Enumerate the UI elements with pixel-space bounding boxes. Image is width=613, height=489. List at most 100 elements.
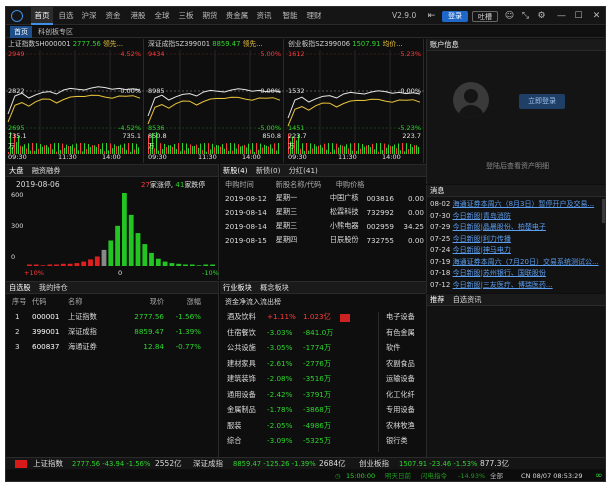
subtab-star-market[interactable]: 科创板专区 <box>34 26 77 38</box>
news-title: 今日新股|利力传播 <box>452 234 511 243</box>
volume-bar <box>272 148 273 154</box>
nav-tab-4[interactable]: 港股 <box>127 7 149 25</box>
ipo-row[interactable]: 2019-08-14 星期三 松霖科技 732992 0.00 <box>220 205 426 219</box>
tab-watchlist[interactable]: 自选股 <box>6 283 34 292</box>
news-scrollbar[interactable] <box>602 199 605 223</box>
tab-industry[interactable]: 行业板块 <box>220 283 255 292</box>
sector-row[interactable]: 服装 -2.05% -4986万 <box>220 421 378 435</box>
shrink-icon[interactable]: ⤡ <box>519 9 532 23</box>
sector-right-name[interactable]: 有色金属 <box>386 328 415 338</box>
mini-axis-label: 2822 <box>8 87 25 95</box>
y-tick: 0 <box>11 253 16 261</box>
minimize-icon[interactable]: — <box>555 9 568 23</box>
nav-tab-8[interactable]: 贵金属 <box>223 7 251 25</box>
sector-row[interactable]: 住宿餐饮 -3.03% -841.0万 <box>220 328 378 342</box>
sector-row[interactable]: 酒及饮料 +1.11% 1.023亿 <box>220 312 378 326</box>
ipo-row[interactable]: 2019-08-14 星期三 小熊电器 002959 34.25 <box>220 219 426 233</box>
chat-icon[interactable]: ☺ <box>503 9 516 23</box>
sector-right-name[interactable]: 银行类 <box>386 436 408 446</box>
sector-row[interactable]: 建材家具 -2.61% -2776万 <box>220 359 378 373</box>
volume-bar <box>236 148 237 154</box>
sector-row[interactable]: 通用设备 -2.42% -3791万 <box>220 390 378 404</box>
volume-bar <box>50 143 51 154</box>
close-icon[interactable]: ✕ <box>590 9 603 23</box>
sector-row[interactable]: 公共设施 -3.05% -1774万 <box>220 343 378 357</box>
sector-panel: 行业板块 概念板块 资金净流入流出榜 酒及饮料 +1.11% 1.023亿 电子设备住… <box>220 281 426 457</box>
account-header: 账户信息 <box>427 39 605 51</box>
nav-tab-2[interactable]: 沪深 <box>78 7 100 25</box>
index-mini-chart[interactable]: 上证指数SH000001 2777.56 领先... 2949 4.52% 2822 0… <box>6 39 144 163</box>
volume-bar <box>178 143 179 154</box>
ticker-sh-name[interactable]: 上证指数 <box>33 458 63 470</box>
nav-tab-10[interactable]: 智能 <box>278 7 302 25</box>
subtab-home[interactable]: 首页 <box>10 26 32 38</box>
login-button[interactable]: 登录 <box>442 11 468 22</box>
sector-right-name[interactable]: 农林牧渔 <box>386 421 415 431</box>
tab-dividend[interactable]: 分红(41) <box>286 166 321 175</box>
index-mini-chart[interactable]: 深证成指SZ399001 8859.47 领先... 9434 5.00% 8985 0… <box>146 39 284 163</box>
index-mini-chart[interactable]: 创业板指SZ399006 1507.91 均价... 1612 5.23% 1532 0… <box>286 39 424 163</box>
col-header: 现价 <box>149 297 164 306</box>
tab-concept[interactable]: 概念板块 <box>257 283 292 292</box>
settings-gear-icon[interactable]: ⚙ <box>535 9 548 23</box>
sector-right-name[interactable]: 电子设备 <box>386 312 415 322</box>
sector-row[interactable]: 金属制品 -1.78% -3868万 <box>220 405 378 419</box>
ipo-cell: 星期三 <box>275 207 298 216</box>
feedback-button[interactable]: 吐槽 <box>472 11 498 22</box>
news-item[interactable]: 07-30 今日新股|青岛消防 <box>430 211 602 221</box>
news-item[interactable]: 08-02 海通证券本周六（8月3日）暂停开户及交易... <box>430 199 602 209</box>
nav-tab-9[interactable]: 资讯 <box>252 7 276 25</box>
col-header: 新股名称/代码 <box>275 179 322 189</box>
volume-bar <box>196 144 197 154</box>
tab-market[interactable]: 大盘 <box>6 166 26 175</box>
nav-tab-11[interactable]: 理财 <box>303 7 325 25</box>
watch-cell: -1.39% <box>175 327 201 336</box>
news-item[interactable]: 07-19 海通证券本周六（7月20日）交易系统测试公... <box>430 257 602 267</box>
nav-tab-5[interactable]: 全球 <box>151 7 173 25</box>
nav-tab-7[interactable]: 期货 <box>199 7 221 25</box>
nav-tab-1[interactable]: 自选 <box>55 7 77 25</box>
sector-right-name[interactable]: 软件 <box>386 343 400 353</box>
watch-row[interactable]: 3 600837 海通证券 12.84 -0.77% <box>6 339 215 354</box>
news-title: 消息 <box>430 186 445 195</box>
watch-row[interactable]: 2 399001 深证成指 8859.47 -1.39% <box>6 324 215 339</box>
volume-bar <box>362 144 363 154</box>
news-item[interactable]: 07-25 今日新股|利力传播 <box>430 234 602 244</box>
sector-name: 住宿餐饮 <box>227 327 256 337</box>
sector-right-name[interactable]: 化工化纤 <box>386 390 415 400</box>
tab-margin[interactable]: 融资融券 <box>29 166 64 175</box>
news-item[interactable]: 07-18 今日新股|苏州银行、国联股份 <box>430 268 602 278</box>
sector-right-name[interactable]: 农副食品 <box>386 359 415 369</box>
news-item[interactable]: 07-12 今日新股|三友医疗、博瑞医药... <box>430 280 602 290</box>
sector-flow: -3516万 <box>303 374 332 383</box>
nav-tab-0[interactable]: 首页 <box>31 7 53 25</box>
maximize-icon[interactable]: ☐ <box>572 9 585 23</box>
sector-change: +1.11% <box>267 312 296 321</box>
sector-flow: -4986万 <box>303 420 332 430</box>
tab-new-stocks[interactable]: 新股(4) <box>220 166 251 175</box>
nav-tab-3[interactable]: 资金 <box>102 7 124 25</box>
ticker-sz-name[interactable]: 深证成指 <box>193 458 223 470</box>
ipo-row[interactable]: 2019-08-12 星期一 中国广核 003816 0.00 <box>220 191 426 205</box>
login-hint[interactable]: 登陆后查看资产明细 <box>427 161 605 171</box>
tab-watch-news[interactable]: 自选资讯 <box>450 295 485 304</box>
ipo-row[interactable]: 2019-08-15 星期四 日辰股份 732755 0.00 <box>220 233 426 247</box>
news-item[interactable]: 07-29 今日新股|晶晨股份、柏楚电子 <box>430 222 602 232</box>
nav-tab-6[interactable]: 三板 <box>175 7 197 25</box>
ticker-cyb-name[interactable]: 创业板指 <box>359 458 389 470</box>
back-arrow-icon[interactable]: ⇤ <box>425 9 438 23</box>
tab-holdings[interactable]: 我的持仓 <box>36 283 71 292</box>
sector-row[interactable]: 综合 -3.09% -5325万 <box>220 436 378 450</box>
sector-row[interactable]: 建筑装饰 -2.08% -3516万 <box>220 374 378 388</box>
news-item[interactable]: 07-24 今日新股|神马电力 <box>430 245 602 255</box>
sector-right-name[interactable]: 专用设备 <box>386 405 415 415</box>
tab-recommend[interactable]: 推荐 <box>427 295 447 304</box>
mini-axis-label: 850.8 <box>148 132 167 140</box>
sector-flow: -3791万 <box>303 389 332 399</box>
time-tick: 14:00 <box>382 153 401 161</box>
tab-new-bonds[interactable]: 新债(0) <box>253 166 284 175</box>
sector-right-name[interactable]: 运输设备 <box>386 374 415 384</box>
watch-row[interactable]: 1 000001 上证指数 2777.56 -1.56% <box>6 309 215 324</box>
login-now-button[interactable]: 立即登录 <box>519 94 565 109</box>
status-all[interactable]: 全部 <box>490 470 503 481</box>
